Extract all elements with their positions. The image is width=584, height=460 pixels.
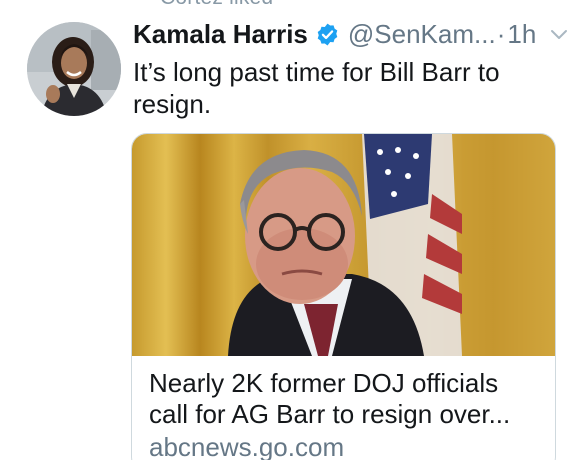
link-card[interactable]: Nearly 2K former DOJ officials call for … bbox=[131, 133, 556, 460]
avatar[interactable] bbox=[27, 22, 121, 116]
separator-dot: · bbox=[496, 18, 506, 49]
chevron-down-icon[interactable] bbox=[549, 24, 569, 44]
card-body: Nearly 2K former DOJ officials call for … bbox=[149, 368, 549, 460]
tweet-text-line: It’s long past time for Bill Barr to bbox=[133, 57, 500, 87]
social-context: Cortez liked bbox=[160, 0, 273, 10]
card-image bbox=[132, 134, 555, 356]
verified-badge-icon bbox=[315, 22, 340, 47]
card-title-line: Nearly 2K former DOJ officials bbox=[149, 368, 499, 398]
tweet-header: Kamala Harris @SenKam... · 1h bbox=[133, 16, 573, 52]
tweet-timestamp[interactable]: 1h bbox=[507, 19, 536, 50]
card-domain: abcnews.go.com bbox=[149, 432, 345, 460]
card-title: Nearly 2K former DOJ officials call for … bbox=[149, 368, 549, 430]
author-handle[interactable]: @SenKam... bbox=[348, 19, 496, 50]
author-name[interactable]: Kamala Harris bbox=[133, 19, 308, 50]
tweet[interactable]: Cortez liked Kamala Harris @SenKam... · … bbox=[0, 0, 584, 460]
tweet-text: It’s long past time for Bill Barr to res… bbox=[133, 56, 553, 120]
card-title-line: call for AG Barr to resign over... bbox=[149, 399, 511, 429]
tweet-text-line: resign. bbox=[133, 89, 212, 119]
avatar-photo bbox=[27, 22, 121, 116]
